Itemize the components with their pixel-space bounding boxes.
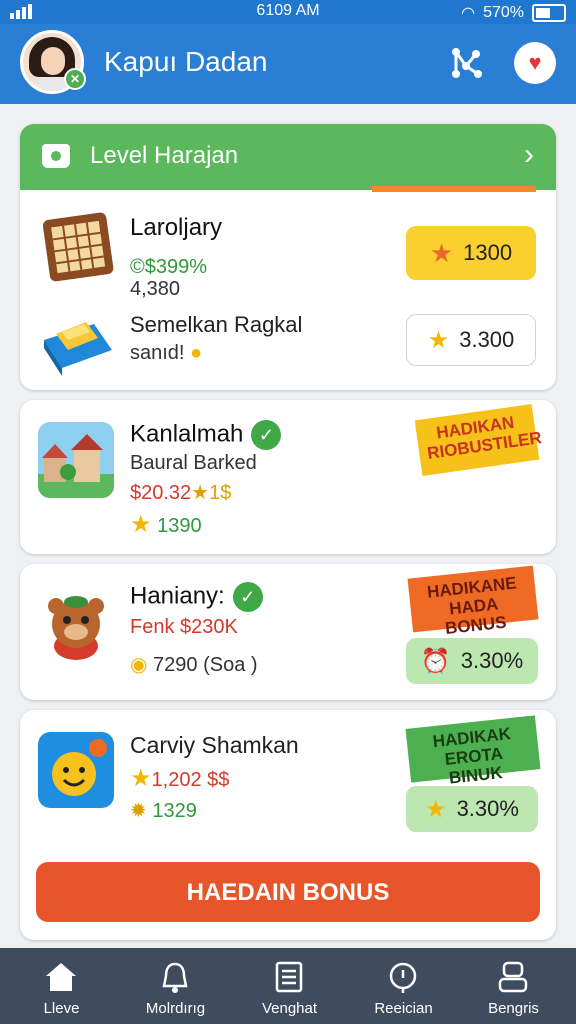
promo-badge[interactable]: HADIKAK EROTA BINUK [405, 715, 541, 788]
nav-label: Lleve [43, 1000, 80, 1017]
bell-icon [162, 962, 188, 993]
nav-label: Reeician [374, 1000, 433, 1017]
star-icon: ★ [130, 765, 152, 792]
coin-icon: ◉ [130, 654, 148, 676]
item-rate: ©$399% [130, 256, 208, 278]
coin-icon: ● [190, 342, 203, 364]
header-accent-strip [372, 186, 536, 192]
offer-name: Carviy Shamkan [130, 732, 299, 758]
offer-name: Kanlalmah ✓ [130, 420, 282, 450]
home-badge-icon [42, 144, 70, 168]
reward-value: 3.300 [459, 327, 515, 352]
village-houses-icon [38, 422, 114, 498]
page-title: Kapuı Dadan [104, 46, 268, 77]
offer-subtitle: Baural Barked [130, 452, 257, 474]
reward-value: 1300 [463, 240, 513, 265]
level-card-header[interactable]: Level Harajan › [20, 124, 556, 190]
nav-label: Bengris [488, 1000, 539, 1017]
cash-register-icon [44, 322, 112, 376]
item-name: Laroljary [130, 214, 223, 241]
nav-item-profile[interactable]: Bengris [456, 948, 571, 1024]
heart-icon: ♥ [528, 50, 542, 75]
chevron-right-icon[interactable]: › [524, 138, 534, 172]
verified-check-icon: ✓ [251, 420, 282, 450]
home-icon [46, 963, 76, 991]
nav-label: Venghat [261, 1000, 318, 1017]
star-icon: ★ [130, 511, 152, 538]
nav-item-list[interactable]: Venghat [232, 948, 347, 1024]
profile-icon [498, 961, 528, 993]
bottom-nav: Lleve Molrdırıg Venghat Reeician Bengris [0, 948, 576, 1024]
bonus-button[interactable]: HAEDAIN BONUS [36, 862, 540, 922]
calendar-board-icon [42, 212, 114, 282]
status-bar: 6109 AM ◠ 570% [0, 0, 576, 24]
alarm-clock-icon: ⏰ [420, 647, 451, 675]
reward-value: 3.30% [460, 648, 524, 673]
reward-button[interactable]: ★ 3.30% [406, 786, 538, 832]
item-amount: 4,380 [130, 278, 181, 300]
reward-button[interactable]: ★ 3.300 [406, 314, 536, 366]
app-bar: ✕ Kapuı Dadan ♥ [0, 24, 576, 104]
offer-card[interactable]: Haniany: ✓ Fenk $230K ◉ 7290 (Soa ) HADIK… [20, 564, 556, 700]
nav-item-explore[interactable]: Reeician [346, 948, 461, 1024]
wifi-icon: ◠ [461, 5, 476, 22]
offer-name: Haniany: ✓ [130, 582, 263, 612]
offer-points: ✹ 1329 [130, 800, 197, 822]
level-card: Level Harajan › Laroljary ©$399% 4,380 ★… [20, 124, 556, 390]
offer-subtitle: Fenk $230K [130, 616, 238, 638]
battery-icon [532, 4, 566, 22]
star-icon: ★ [429, 237, 454, 268]
reward-value: 3.30% [456, 796, 519, 821]
item-name: Semelkan Ragkal [130, 312, 303, 337]
level-title: Level Harajan [90, 142, 239, 169]
promo-badge[interactable]: HADIKAN RIOBUSTILER [414, 404, 543, 476]
sun-mascot-icon [38, 732, 114, 808]
nav-item-home[interactable]: Lleve [4, 948, 119, 1024]
nav-label: Molrdırıg [145, 1000, 206, 1017]
reward-button[interactable]: ★ 1300 [406, 226, 536, 280]
nav-item-notifications[interactable]: Molrdırıg [118, 948, 233, 1024]
bear-mascot-icon [48, 596, 104, 660]
favorite-button[interactable]: ♥ [514, 42, 556, 84]
reward-button[interactable]: ⏰ 3.30% [406, 638, 538, 684]
share-icon[interactable] [448, 44, 484, 80]
offer-card[interactable]: Kanlalmah ✓ Baural Barked $20.32★1$ ★ 139… [20, 400, 556, 554]
offer-points: ★ 1390 [130, 511, 202, 538]
promo-badge[interactable]: HADIKANE HADA BONUS [407, 565, 539, 638]
offer-price: $20.32★1$ [130, 482, 232, 504]
battery-text: 570% [483, 4, 524, 21]
list-icon [275, 961, 303, 993]
star-icon: ★ [425, 795, 447, 823]
offer-price: ★1,202 $$ [130, 765, 230, 792]
compass-icon [389, 962, 417, 993]
cookie-icon: ✹ [130, 800, 147, 822]
item-note: sanıd! ● [130, 342, 203, 364]
verified-check-icon: ✓ [232, 582, 263, 612]
offer-points: ◉ 7290 (Soa ) [130, 654, 258, 676]
avatar-badge-icon: ✕ [64, 68, 86, 90]
star-icon: ★ [427, 326, 450, 354]
